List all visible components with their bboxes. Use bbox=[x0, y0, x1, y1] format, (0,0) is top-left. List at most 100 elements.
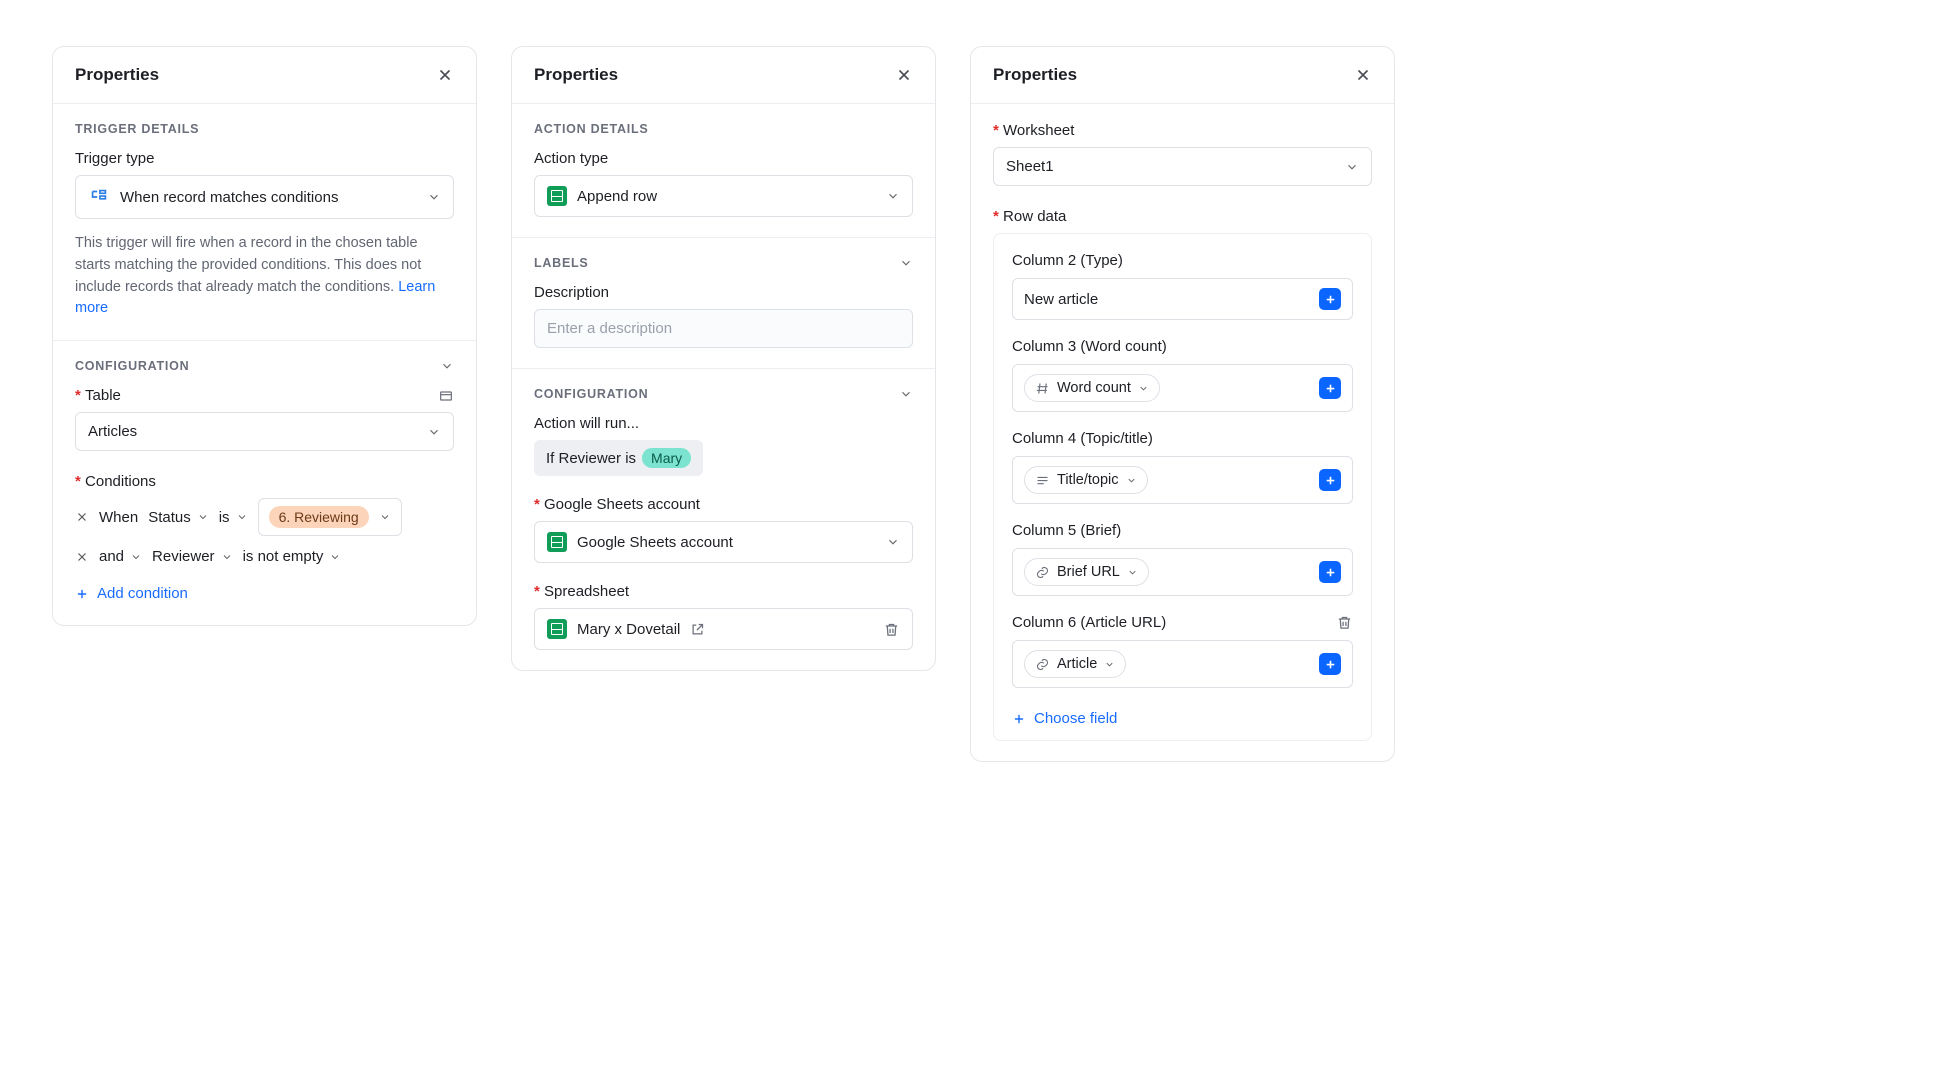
add-condition-button[interactable]: Add condition bbox=[75, 585, 188, 602]
chevron-down-icon bbox=[1345, 160, 1359, 174]
google-sheets-icon bbox=[547, 532, 567, 552]
plus-icon bbox=[1324, 293, 1337, 306]
chevron-down-icon bbox=[379, 511, 391, 523]
chevron-down-icon bbox=[1126, 475, 1137, 486]
section-header-action-details: ACTION DETAILS bbox=[534, 122, 913, 136]
text-icon bbox=[1035, 473, 1050, 488]
run-condition-chip[interactable]: If Reviewer is Mary bbox=[534, 440, 703, 476]
choose-field-button[interactable]: Choose field bbox=[1012, 710, 1117, 727]
condition-operator-select[interactable]: is bbox=[219, 509, 248, 526]
condition-value-select[interactable]: 6. Reviewing bbox=[258, 498, 402, 536]
remove-condition-icon[interactable] bbox=[75, 550, 89, 564]
row-data-item: Column 5 (Brief) Brief URL bbox=[1012, 522, 1353, 596]
spreadsheet-label: Spreadsheet bbox=[534, 583, 913, 600]
worksheet-label: Worksheet bbox=[993, 122, 1372, 139]
table-select[interactable]: Articles bbox=[75, 412, 454, 451]
add-token-button[interactable] bbox=[1319, 469, 1341, 491]
row-data-label: Column 6 (Article URL) bbox=[1012, 614, 1166, 631]
chevron-down-icon bbox=[1104, 659, 1115, 670]
gs-account-select[interactable]: Google Sheets account bbox=[534, 521, 913, 563]
add-token-button[interactable] bbox=[1319, 561, 1341, 583]
row-data-item: Column 3 (Word count) Word count bbox=[1012, 338, 1353, 412]
condition-field-select[interactable]: Reviewer bbox=[152, 548, 233, 565]
rowdata-label: Row data bbox=[993, 208, 1372, 225]
panel-title: Properties bbox=[75, 65, 159, 85]
condition-field-select[interactable]: Status bbox=[148, 509, 209, 526]
field-token[interactable]: Word count bbox=[1024, 374, 1160, 402]
row-data-item: Column 6 (Article URL) Article bbox=[1012, 614, 1353, 688]
row-data-label: Column 4 (Topic/title) bbox=[1012, 430, 1153, 447]
condition-join-select[interactable]: and bbox=[99, 548, 142, 565]
trash-icon[interactable] bbox=[883, 621, 900, 638]
trigger-type-label: Trigger type bbox=[75, 150, 454, 167]
expand-icon[interactable] bbox=[438, 388, 454, 404]
plus-icon bbox=[1324, 658, 1337, 671]
row-data-input[interactable]: Brief URL bbox=[1012, 548, 1353, 596]
gs-account-value: Google Sheets account bbox=[577, 534, 733, 551]
trash-icon[interactable] bbox=[1336, 614, 1353, 631]
section-header-labels: LABELS bbox=[534, 256, 589, 270]
add-token-button[interactable] bbox=[1319, 377, 1341, 399]
field-token-label: Article bbox=[1057, 656, 1097, 672]
section-header-trigger-details: TRIGGER DETAILS bbox=[75, 122, 454, 136]
chevron-down-icon bbox=[130, 551, 142, 563]
field-token-label: Title/topic bbox=[1057, 472, 1119, 488]
chevron-down-icon bbox=[427, 425, 441, 439]
row-data-input[interactable]: Article bbox=[1012, 640, 1353, 688]
panel-title: Properties bbox=[534, 65, 618, 85]
row-data-input[interactable]: Title/topic bbox=[1012, 456, 1353, 504]
field-token[interactable]: Brief URL bbox=[1024, 558, 1149, 586]
row-data-item: Column 4 (Topic/title) Title/topic bbox=[1012, 430, 1353, 504]
action-run-label: Action will run... bbox=[534, 415, 913, 432]
chevron-down-icon[interactable] bbox=[440, 359, 454, 373]
trigger-help-text: This trigger will fire when a record in … bbox=[75, 233, 454, 320]
chevron-down-icon bbox=[197, 511, 209, 523]
field-token-label: Word count bbox=[1057, 380, 1131, 396]
field-token-label: Brief URL bbox=[1057, 564, 1120, 580]
table-value: Articles bbox=[88, 423, 137, 440]
worksheet-select[interactable]: Sheet1 bbox=[993, 147, 1372, 186]
gs-account-label: Google Sheets account bbox=[534, 496, 913, 513]
number-icon bbox=[1035, 381, 1050, 396]
panel-title: Properties bbox=[993, 65, 1077, 85]
trigger-type-select[interactable]: When record matches conditions bbox=[75, 175, 454, 219]
trigger-type-value: When record matches conditions bbox=[120, 189, 338, 206]
add-token-button[interactable] bbox=[1319, 653, 1341, 675]
row-text-value: New article bbox=[1024, 291, 1098, 308]
action-type-label: Action type bbox=[534, 150, 913, 167]
field-token[interactable]: Title/topic bbox=[1024, 466, 1148, 494]
chevron-down-icon bbox=[329, 551, 341, 563]
table-label: Table bbox=[75, 387, 121, 404]
description-input[interactable] bbox=[534, 309, 913, 348]
conditions-label: Conditions bbox=[75, 473, 454, 490]
row-data-label: Column 5 (Brief) bbox=[1012, 522, 1121, 539]
properties-panel-action: Properties ACTION DETAILS Action type Ap… bbox=[511, 46, 936, 671]
row-data-input[interactable]: Word count bbox=[1012, 364, 1353, 412]
field-token[interactable]: Article bbox=[1024, 650, 1126, 678]
chevron-down-icon[interactable] bbox=[899, 387, 913, 401]
plus-icon bbox=[75, 587, 89, 601]
close-icon[interactable] bbox=[436, 66, 454, 84]
plus-icon bbox=[1324, 566, 1337, 579]
status-pill: 6. Reviewing bbox=[269, 506, 369, 528]
close-icon[interactable] bbox=[1354, 66, 1372, 84]
action-type-select[interactable]: Append row bbox=[534, 175, 913, 217]
google-sheets-icon bbox=[547, 186, 567, 206]
close-icon[interactable] bbox=[895, 66, 913, 84]
remove-condition-icon[interactable] bbox=[75, 510, 89, 524]
google-sheets-icon bbox=[547, 619, 567, 639]
add-token-button[interactable] bbox=[1319, 288, 1341, 310]
worksheet-value: Sheet1 bbox=[1006, 158, 1054, 175]
chevron-down-icon bbox=[236, 511, 248, 523]
conditions-icon bbox=[88, 186, 110, 208]
external-link-icon[interactable] bbox=[690, 622, 705, 637]
row-data-label: Column 2 (Type) bbox=[1012, 252, 1123, 269]
description-label: Description bbox=[534, 284, 913, 301]
spreadsheet-select[interactable]: Mary x Dovetail bbox=[534, 608, 913, 650]
link-icon bbox=[1035, 565, 1050, 580]
condition-operator-select[interactable]: is not empty bbox=[243, 548, 342, 565]
condition-row: and Reviewer is not empty bbox=[75, 548, 454, 565]
row-data-input[interactable]: New article bbox=[1012, 278, 1353, 320]
section-header-configuration: CONFIGURATION bbox=[75, 359, 189, 373]
chevron-down-icon[interactable] bbox=[899, 256, 913, 270]
